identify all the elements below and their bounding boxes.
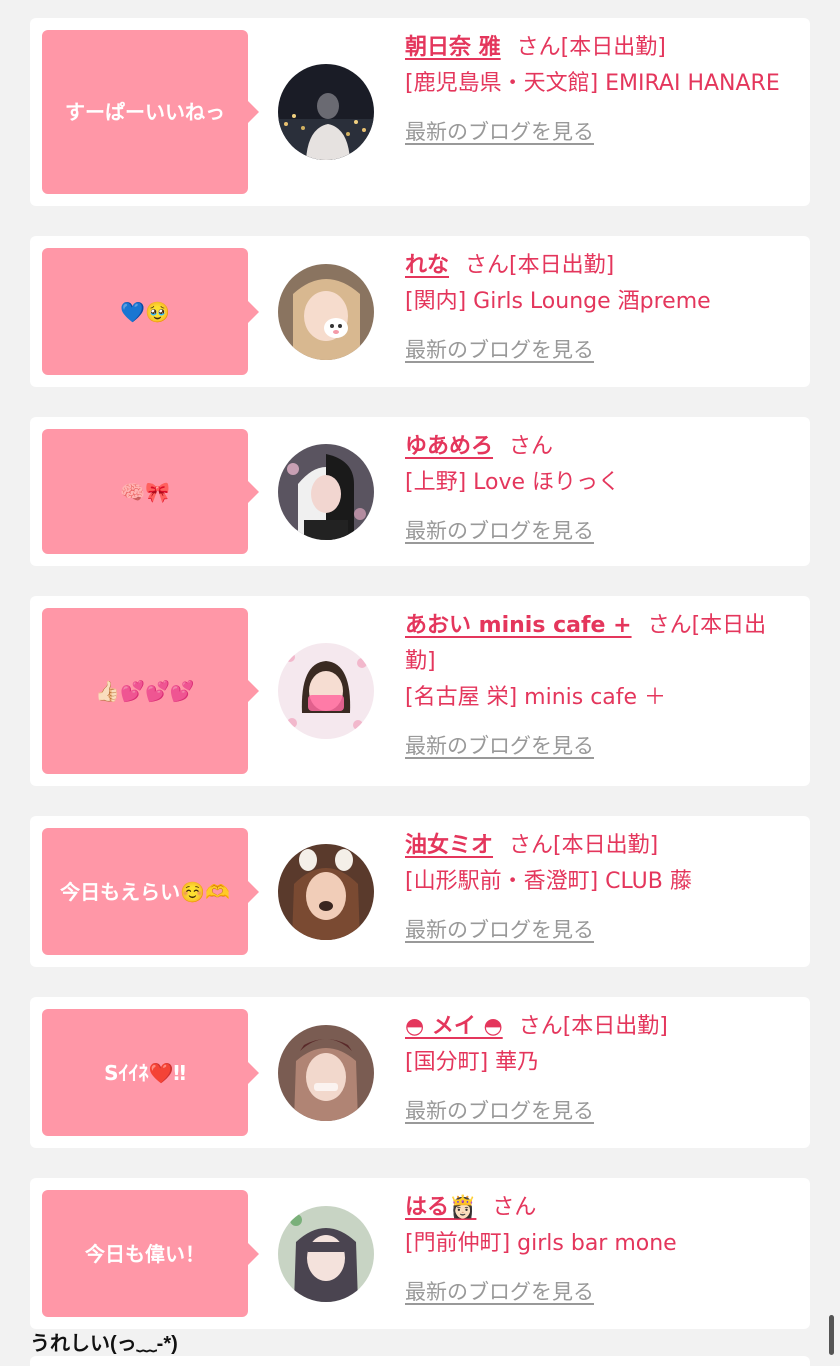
name-line: あおい minis cafe + さん[本日出勤] — [405, 608, 790, 680]
card-info: 油女ミオ さん[本日出勤] [山形駅前・香澄町] CLUB 藤 最新のブログを見る — [405, 828, 790, 948]
partial-next-card — [30, 1356, 810, 1366]
comment-text: 👍🏻💕💕💕 — [95, 679, 195, 703]
like-card: すーぱーいいねっ 朝日奈 雅さん[本日出勤] [鹿児島県・天文館] EMIRAI… — [30, 18, 810, 206]
avatar[interactable] — [278, 643, 374, 739]
comment-text: 🧠🎀 — [120, 479, 170, 504]
user-name-link[interactable]: はる👸🏻 — [405, 1195, 476, 1220]
avatar[interactable] — [278, 1024, 374, 1121]
shop-line: [関内] Girls Lounge 酒preme — [405, 289, 711, 314]
partial-comment-text: うれしい(っ﹏-*) — [30, 1333, 178, 1355]
shop-line: [山形駅前・香澄町] CLUB 藤 — [405, 869, 692, 894]
name-suffix: さん[本日出勤] — [465, 253, 615, 278]
name-suffix: さん[本日出勤] — [518, 1014, 668, 1039]
comment-text: 今日も偉い！ — [85, 1241, 205, 1266]
user-name-link[interactable]: あおい minis cafe + — [405, 613, 632, 638]
like-card: 今日も偉い！ はる👸🏻 さん [門前仲町] girls bar mone 最新のブ… — [30, 1178, 810, 1329]
shop-line: [門前仲町] girls bar mone — [405, 1231, 677, 1256]
name-line: はる👸🏻 さん — [405, 1190, 790, 1226]
user-name-link[interactable]: 油女ミオ — [405, 833, 493, 858]
shop-line: [鹿児島県・天文館] EMIRAI HANARE — [405, 71, 780, 96]
name-suffix: さん — [509, 434, 554, 459]
card-info: ゆあめろ さん [上野] Love ほりっく 最新のブログを見る — [405, 429, 790, 549]
name-line: ゆあめろ さん — [405, 429, 790, 465]
blog-link[interactable]: 最新のブログを見る — [405, 912, 790, 948]
avatar[interactable] — [278, 843, 374, 940]
photo-avatar-icon — [278, 263, 374, 360]
comment-bubble: Sｲｲﾈ❤️‼ — [42, 1009, 259, 1136]
name-line: 朝日奈 雅さん[本日出勤] — [405, 30, 790, 66]
name-suffix: さん[本日出勤] — [509, 833, 659, 858]
comment-bubble: すーぱーいいねっ — [42, 30, 259, 194]
blog-link[interactable]: 最新のブログを見る — [405, 728, 790, 764]
photo-avatar-icon — [278, 643, 374, 739]
card-info: ◓ メイ ◓ さん[本日出勤] [国分町] 華乃 最新のブログを見る — [405, 1009, 790, 1129]
blog-link[interactable]: 最新のブログを見る — [405, 1274, 790, 1310]
card-info: 朝日奈 雅さん[本日出勤] [鹿児島県・天文館] EMIRAI HANARE 最… — [405, 30, 790, 150]
name-line: ◓ メイ ◓ さん[本日出勤] — [405, 1009, 790, 1045]
comment-bubble: 👍🏻💕💕💕 — [42, 608, 259, 774]
card-info: はる👸🏻 さん [門前仲町] girls bar mone 最新のブログを見る — [405, 1190, 790, 1310]
photo-avatar-icon — [278, 843, 374, 940]
card-info: れな さん[本日出勤] [関内] Girls Lounge 酒preme 最新のブ… — [405, 248, 790, 368]
like-card: 💙🥹 れな さん[本日出勤] [関内] Girls Lounge 酒preme 最… — [30, 236, 810, 387]
shop-line: [国分町] 華乃 — [405, 1050, 540, 1075]
photo-avatar-icon — [278, 64, 374, 160]
photo-avatar-icon — [278, 1024, 374, 1121]
comment-text: 今日もえらい☺️🫶 — [60, 879, 230, 904]
like-card: 🧠🎀 ゆあめろ さん [上野] Love ほりっく 最新のブログを見る — [30, 417, 810, 566]
comment-bubble: 今日もえらい☺️🫶 — [42, 828, 259, 955]
comment-text: Sｲｲﾈ❤️‼ — [104, 1060, 186, 1085]
like-card: 👍🏻💕💕💕 あおい minis cafe + さん[本日出勤] [名古屋 栄] m… — [30, 596, 810, 786]
user-name-link[interactable]: れな — [405, 253, 449, 278]
avatar[interactable] — [278, 64, 374, 160]
like-card: 今日もえらい☺️🫶 油女ミオ さん[本日出勤] [山形駅前・香澄町] CLUB 藤… — [30, 816, 810, 967]
photo-avatar-icon — [278, 443, 374, 540]
shop-line: [上野] Love ほりっく — [405, 470, 621, 495]
avatar[interactable] — [278, 443, 374, 540]
comment-bubble: 💙🥹 — [42, 248, 259, 375]
card-info: あおい minis cafe + さん[本日出勤] [名古屋 栄] minis c… — [405, 608, 790, 764]
avatar[interactable] — [278, 263, 374, 360]
user-name-link[interactable]: ゆあめろ — [405, 434, 493, 459]
scrollbar[interactable] — [829, 1315, 834, 1355]
like-list: すーぱーいいねっ 朝日奈 雅さん[本日出勤] [鹿児島県・天文館] EMIRAI… — [30, 18, 810, 1359]
comment-bubble: 🧠🎀 — [42, 429, 259, 554]
like-card: Sｲｲﾈ❤️‼ ◓ メイ ◓ さん[本日出勤] [国分町] 華乃 最新のブログを見… — [30, 997, 810, 1148]
user-name-link[interactable]: 朝日奈 雅 — [405, 35, 501, 60]
name-line: れな さん[本日出勤] — [405, 248, 790, 284]
avatar[interactable] — [278, 1205, 374, 1302]
blog-link[interactable]: 最新のブログを見る — [405, 1093, 790, 1129]
user-name-link[interactable]: ◓ メイ ◓ — [405, 1014, 503, 1039]
photo-avatar-icon — [278, 1205, 374, 1302]
comment-bubble: 今日も偉い！ — [42, 1190, 259, 1317]
shop-line: [名古屋 栄] minis cafe ＋ — [405, 685, 667, 710]
name-suffix: さん[本日出勤] — [516, 35, 666, 60]
comment-text: 💙🥹 — [120, 299, 170, 324]
blog-link[interactable]: 最新のブログを見る — [405, 513, 790, 549]
name-line: 油女ミオ さん[本日出勤] — [405, 828, 790, 864]
name-suffix: さん — [492, 1195, 537, 1220]
comment-text: すーぱーいいねっ — [65, 100, 225, 124]
blog-link[interactable]: 最新のブログを見る — [405, 114, 790, 150]
blog-link[interactable]: 最新のブログを見る — [405, 332, 790, 368]
